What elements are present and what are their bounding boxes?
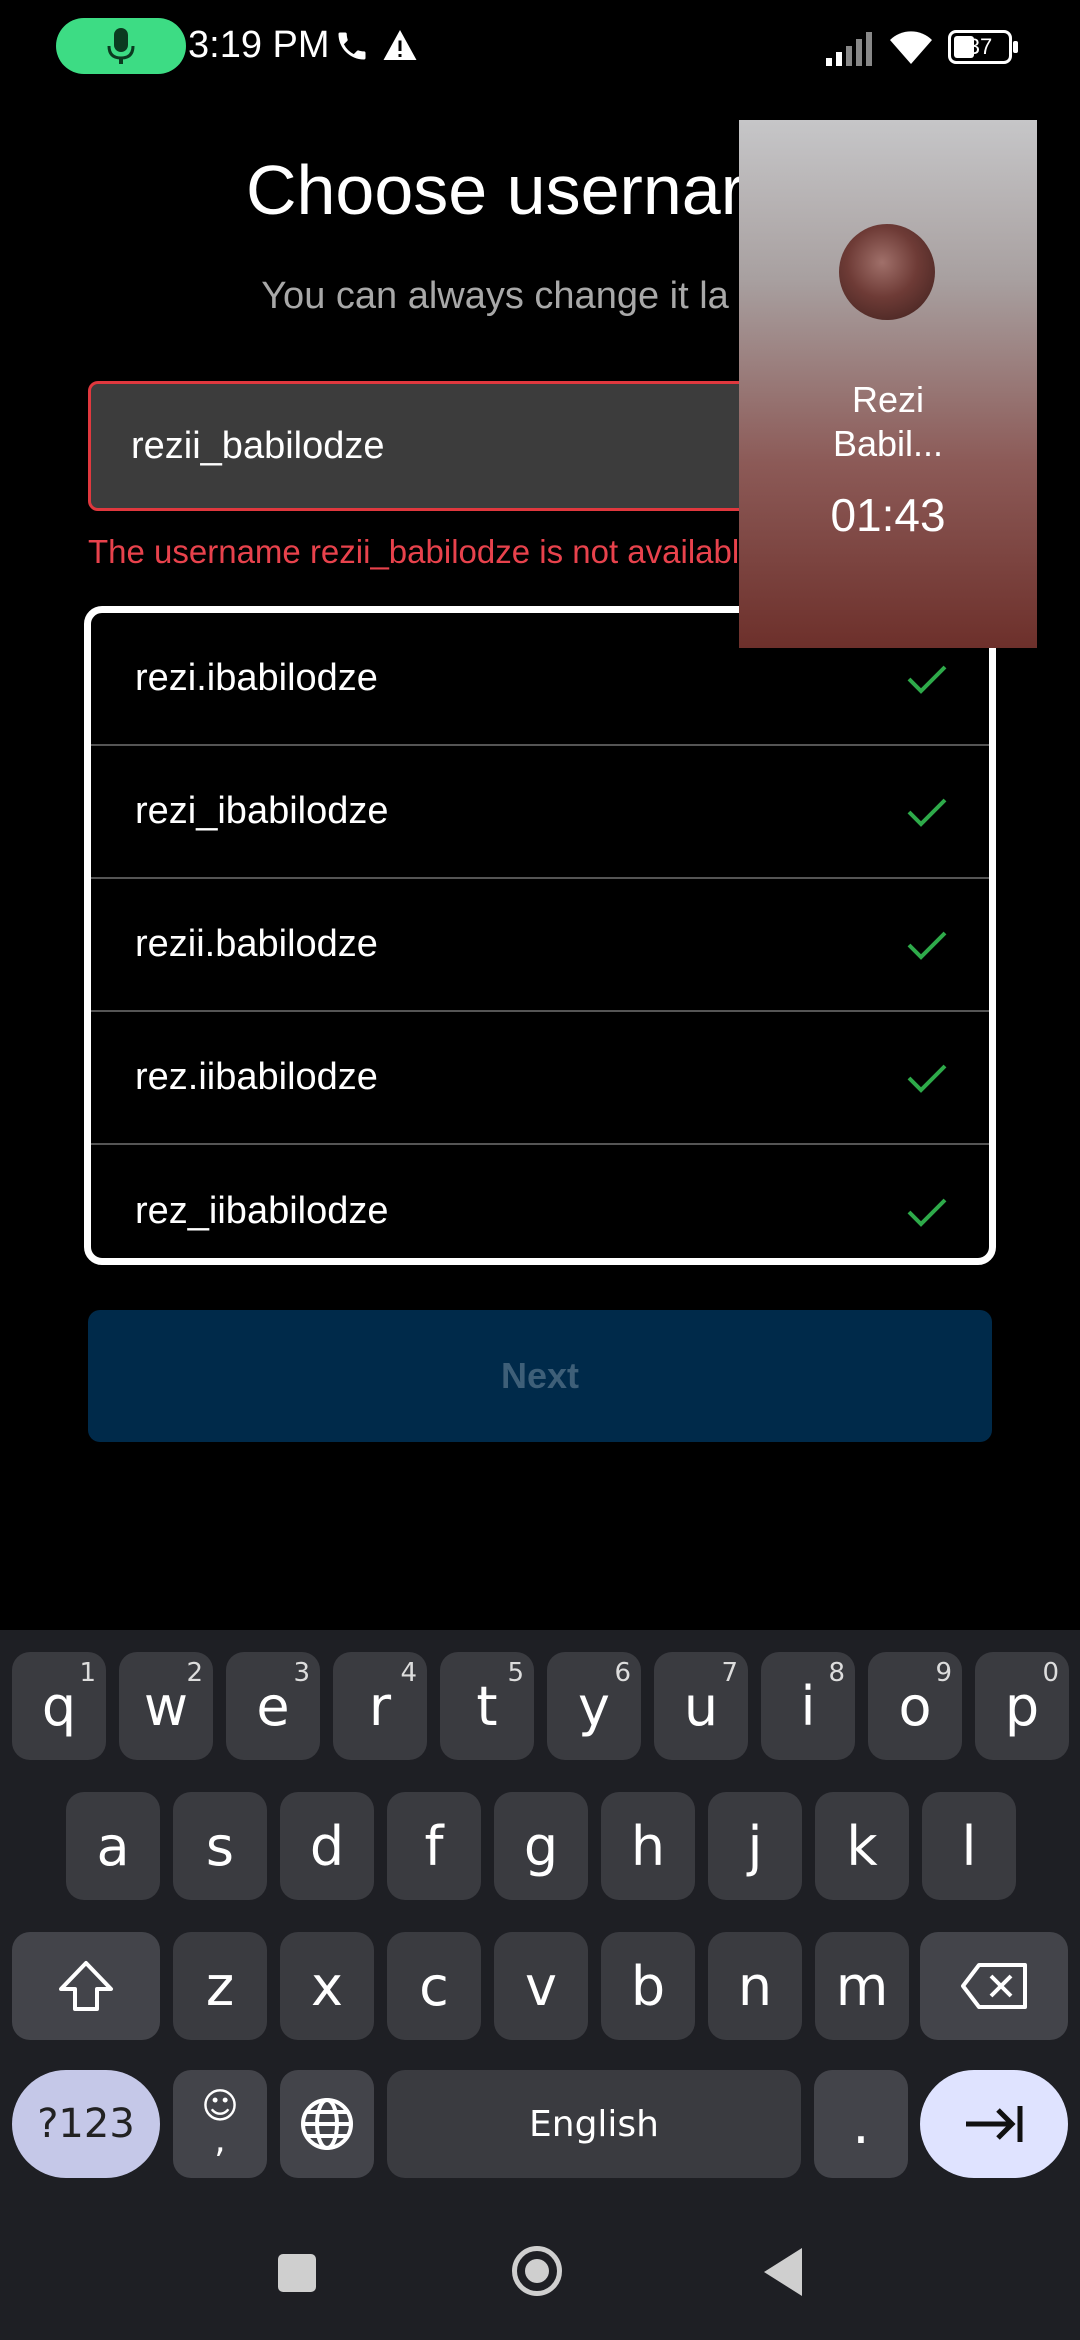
suggestion-item[interactable]: rez.iibabilodze	[91, 1012, 989, 1145]
back-button[interactable]	[762, 2246, 806, 2298]
key-u[interactable]: u7	[654, 1652, 748, 1760]
signal-icon	[826, 32, 872, 66]
key-p[interactable]: p0	[975, 1652, 1069, 1760]
check-icon	[907, 798, 947, 827]
key-t[interactable]: t5	[440, 1652, 534, 1760]
key-f[interactable]: f	[387, 1792, 481, 1900]
key-q[interactable]: q1	[12, 1652, 106, 1760]
key-v[interactable]: v	[494, 1932, 588, 2040]
suggestion-label: rez_iibabilodze	[135, 1190, 389, 1232]
key-c[interactable]: c	[387, 1932, 481, 2040]
ongoing-call-overlay[interactable]: Rezi Babil... 01:43	[739, 120, 1037, 648]
suggestion-item[interactable]: rezii.babilodze	[91, 879, 989, 1012]
key-j[interactable]: j	[708, 1792, 802, 1900]
check-icon	[907, 1198, 947, 1227]
language-key[interactable]	[280, 2070, 374, 2178]
key-i[interactable]: i8	[761, 1652, 855, 1760]
clock: 3:19 PM	[188, 24, 330, 66]
call-timer: 01:43	[830, 489, 946, 541]
key-l[interactable]: l	[922, 1792, 1016, 1900]
globe-icon	[301, 2098, 353, 2150]
space-key[interactable]: English	[387, 2070, 801, 2178]
error-message: The username rezii_babilodze is not avai…	[88, 533, 740, 570]
phone-call-icon	[338, 28, 366, 60]
status-bar: 3:19 PM 37	[0, 0, 1080, 96]
tab-arrow-icon	[966, 2106, 1023, 2142]
home-button[interactable]	[512, 2246, 562, 2296]
username-input-value: rezii_babilodze	[131, 424, 385, 467]
backspace-key[interactable]	[920, 1932, 1068, 2040]
next-button[interactable]: Next	[88, 1310, 992, 1442]
key-o[interactable]: o9	[868, 1652, 962, 1760]
suggestion-label: rezi_ibabilodze	[135, 790, 389, 832]
check-icon	[907, 665, 947, 694]
key-k[interactable]: k	[815, 1792, 909, 1900]
key-r[interactable]: r4	[333, 1652, 427, 1760]
check-icon	[907, 931, 947, 960]
next-field-key[interactable]	[920, 2070, 1068, 2178]
navigation-bar	[0, 2200, 1080, 2340]
suggestion-label: rezii.babilodze	[135, 923, 378, 965]
battery-level: 37	[967, 34, 993, 59]
shift-icon	[59, 1961, 113, 2011]
recents-button[interactable]	[278, 2254, 316, 2292]
shift-key[interactable]	[12, 1932, 160, 2040]
caller-last-name: Babil...	[832, 423, 944, 464]
suggestion-label: rezi.ibabilodze	[135, 657, 378, 699]
microphone-indicator[interactable]	[56, 18, 186, 74]
key-h[interactable]: h	[601, 1792, 695, 1900]
suggestion-item[interactable]: rez_iibabilodze	[91, 1145, 989, 1258]
emoji-icon: ☺	[201, 2086, 239, 2127]
suggestion-label: rez.iibabilodze	[135, 1056, 378, 1098]
symbols-key[interactable]: ?123	[12, 2070, 160, 2178]
alert-icon	[383, 30, 417, 60]
key-n[interactable]: n	[708, 1932, 802, 2040]
username-suggestions: rezi.ibabilodze rezi_ibabilodze rezii.ba…	[84, 606, 996, 1265]
check-icon	[907, 1064, 947, 1093]
caller-first-name: Rezi	[851, 379, 925, 420]
wifi-icon	[890, 31, 932, 64]
key-d[interactable]: d	[280, 1792, 374, 1900]
key-y[interactable]: y6	[547, 1652, 641, 1760]
emoji-comma-key[interactable]: ☺ ,	[173, 2070, 267, 2178]
key-a[interactable]: a	[66, 1792, 160, 1900]
key-z[interactable]: z	[173, 1932, 267, 2040]
battery-icon: 37	[948, 30, 1018, 64]
backspace-icon	[961, 1963, 1027, 2009]
key-w[interactable]: w2	[119, 1652, 213, 1760]
key-g[interactable]: g	[494, 1792, 588, 1900]
microphone-icon	[107, 28, 135, 64]
caller-avatar	[839, 224, 935, 320]
key-s[interactable]: s	[173, 1792, 267, 1900]
key-m[interactable]: m	[815, 1932, 909, 2040]
period-key[interactable]: .	[814, 2070, 908, 2178]
suggestion-item[interactable]: rezi_ibabilodze	[91, 746, 989, 879]
key-e[interactable]: e3	[226, 1652, 320, 1760]
caller-name: Rezi Babil...	[739, 378, 1037, 466]
key-x[interactable]: x	[280, 1932, 374, 2040]
key-b[interactable]: b	[601, 1932, 695, 2040]
